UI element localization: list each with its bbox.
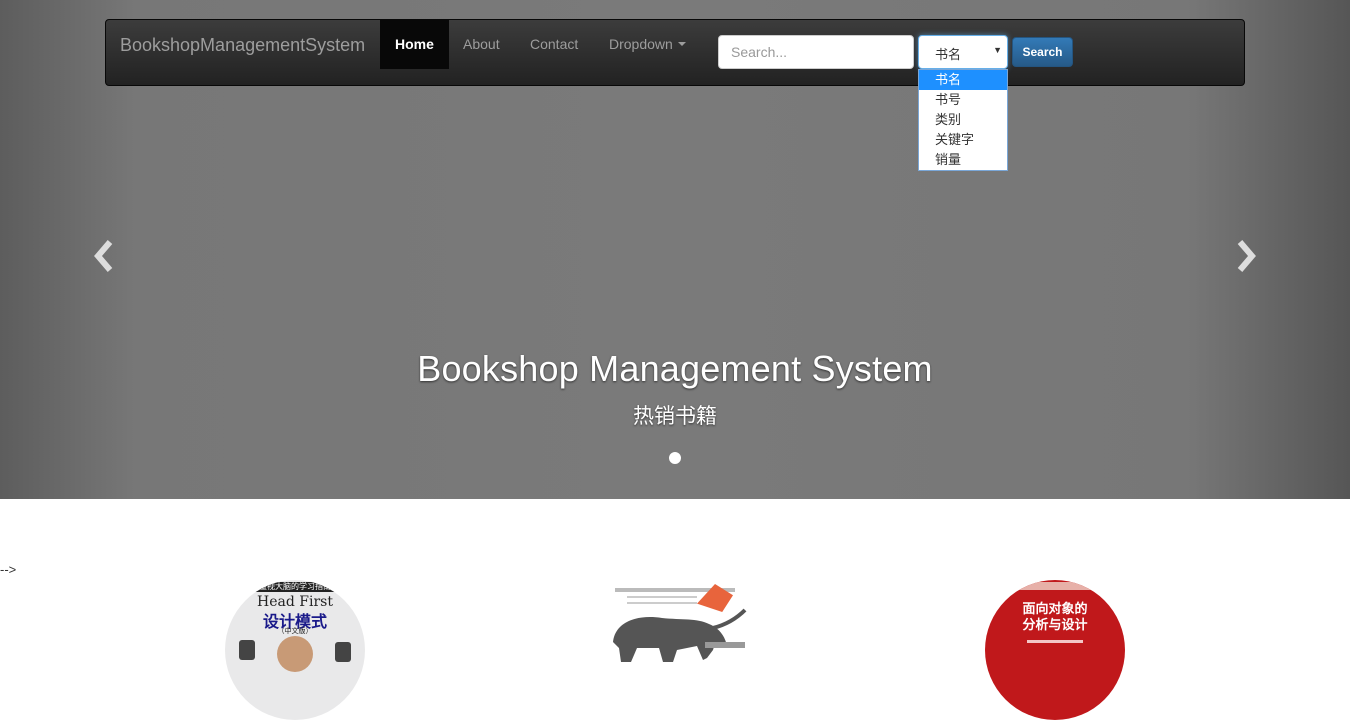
book-cover-head-first[interactable]: 重视大脑的学习指南 Head First 设计模式 （中文版） bbox=[225, 580, 365, 720]
nav-about[interactable]: About bbox=[448, 20, 515, 69]
option-keyword[interactable]: 关键字 bbox=[919, 130, 1007, 150]
select-value: 书名 bbox=[935, 47, 962, 62]
cover-barcode bbox=[705, 642, 745, 648]
cover-line bbox=[627, 596, 697, 598]
caret-down-icon bbox=[677, 42, 686, 47]
book-cover-oreilly[interactable] bbox=[607, 580, 747, 720]
chevron-left-icon[interactable] bbox=[88, 236, 122, 276]
nav-about-label: About bbox=[463, 36, 500, 52]
stray-text: --> bbox=[0, 562, 17, 577]
elephant-icon bbox=[613, 608, 747, 662]
navbar: BookshopManagementSystem Home About Cont… bbox=[105, 19, 1245, 86]
search-button[interactable]: Search bbox=[1012, 37, 1073, 67]
cover-photo bbox=[277, 636, 313, 672]
cover-strip bbox=[1015, 582, 1095, 590]
chevron-right-icon[interactable] bbox=[1228, 236, 1262, 276]
cover-title-line2: 分析与设计 bbox=[1022, 618, 1088, 633]
nav-home-label: Home bbox=[395, 36, 434, 52]
option-book-number[interactable]: 书号 bbox=[919, 90, 1007, 110]
option-sales[interactable]: 销量 bbox=[919, 150, 1007, 170]
brand-logo[interactable]: BookshopManagementSystem bbox=[120, 35, 365, 56]
cover-edition: （中文版） bbox=[277, 628, 313, 635]
option-category[interactable]: 类别 bbox=[919, 110, 1007, 130]
nav-contact[interactable]: Contact bbox=[515, 20, 593, 69]
nav-dropdown[interactable]: Dropdown bbox=[594, 20, 701, 69]
nav-home[interactable]: Home bbox=[380, 20, 449, 69]
nav-dropdown-label: Dropdown bbox=[609, 36, 673, 52]
nav-contact-label: Contact bbox=[530, 36, 579, 52]
carousel-subtitle: 热销书籍 bbox=[633, 405, 717, 428]
cover-figure bbox=[335, 642, 351, 662]
book-cover-ooad[interactable]: 面向对象的 分析与设计 bbox=[985, 580, 1125, 720]
search-input[interactable] bbox=[718, 35, 914, 69]
cover-author-line bbox=[1027, 640, 1083, 643]
search-type-select[interactable]: 书名 ▼ bbox=[918, 35, 1008, 69]
triangle-down-icon: ▼ bbox=[993, 45, 1002, 55]
carousel-indicator[interactable] bbox=[669, 452, 681, 464]
select-dropdown-list: 书名 书号 类别 关键字 销量 bbox=[918, 69, 1008, 171]
cover-banner: 重视大脑的学习指南 bbox=[225, 582, 365, 592]
carousel-title: Bookshop Management System bbox=[417, 348, 933, 389]
option-title[interactable]: 书名 bbox=[919, 70, 1007, 90]
cover-figure bbox=[239, 640, 255, 660]
